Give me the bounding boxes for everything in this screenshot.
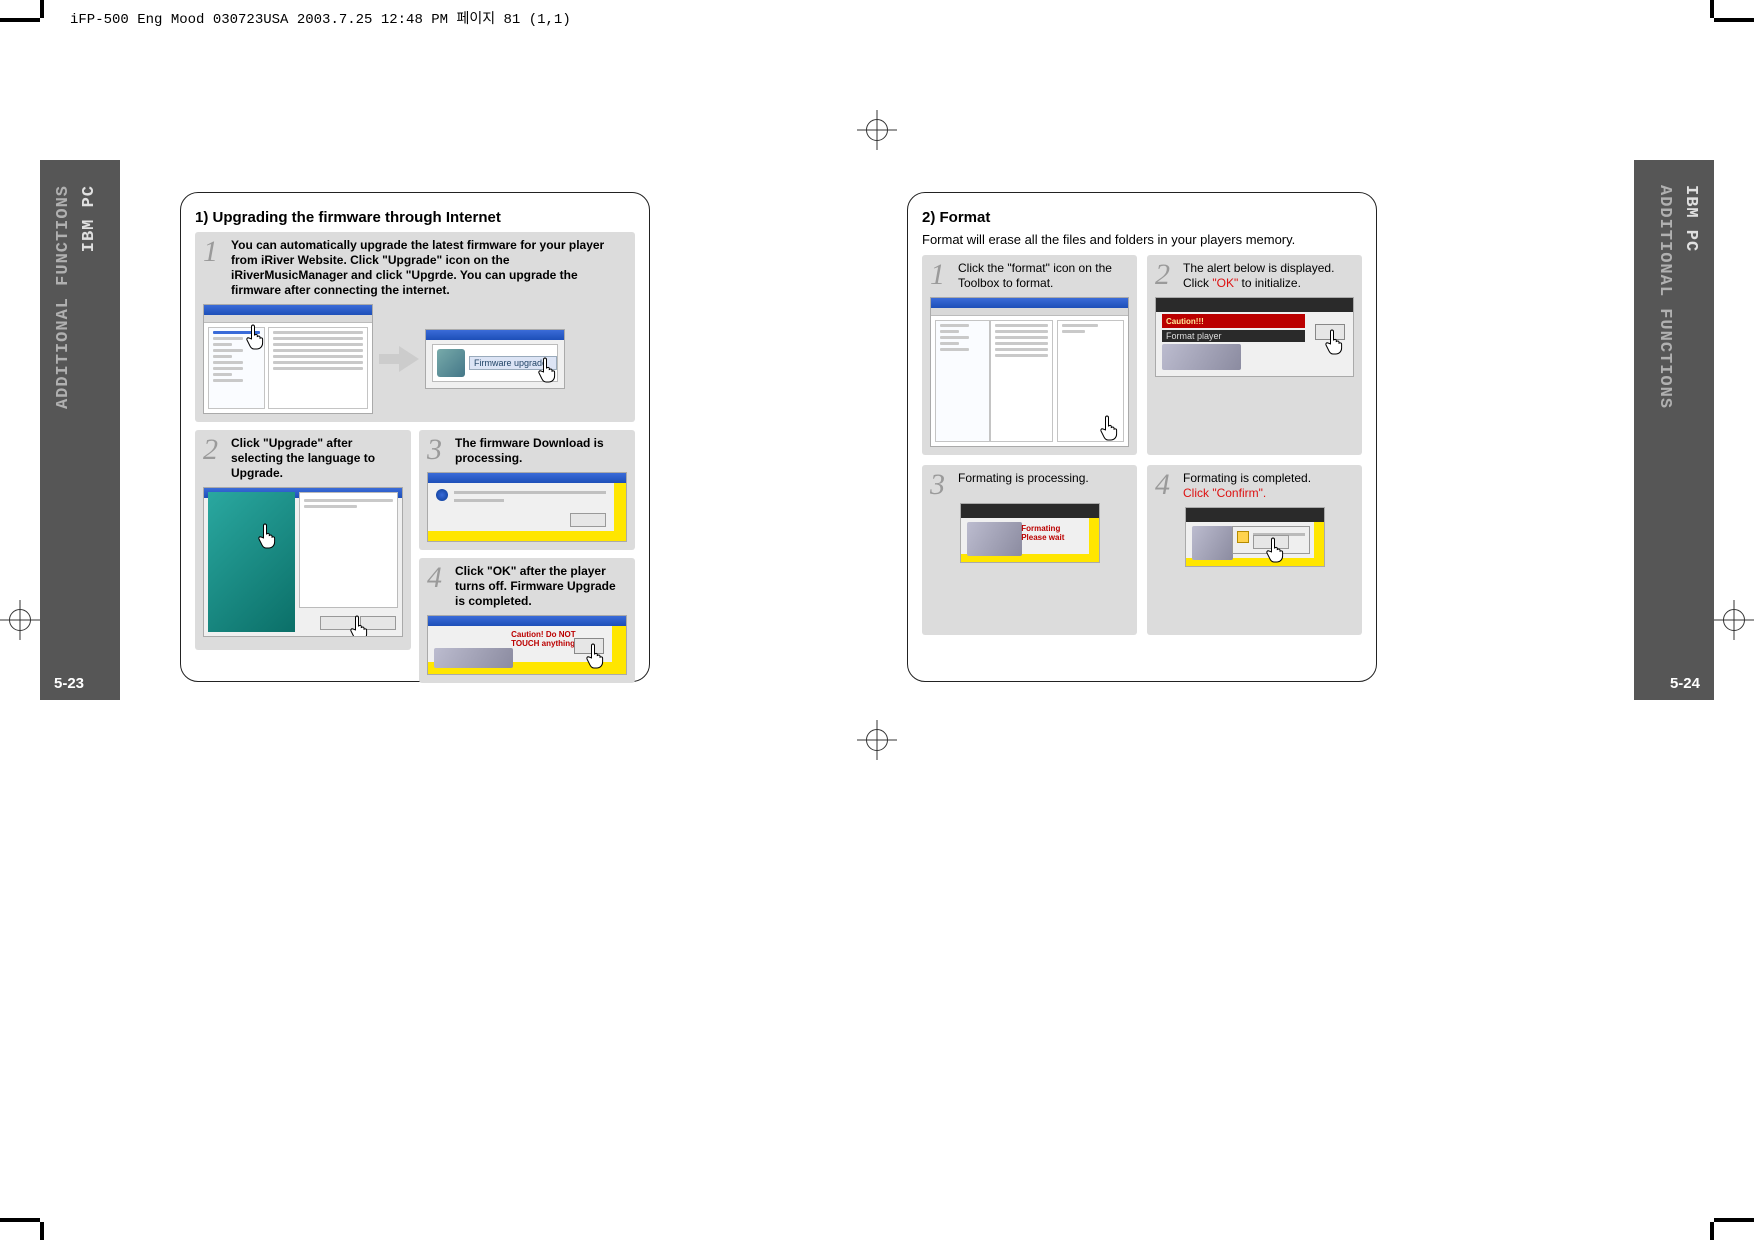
step-4-left: 4 Click "OK" after the player turns off.… [419,558,635,683]
step-4-right: 4 Formating is completed. Click "Confirm… [1147,465,1362,635]
content-right: 2) Format Format will erase all the file… [907,192,1377,682]
step-number: 2 [1155,263,1177,287]
page-spread: ADDITIONAL FUNCTIONS IBM PC 5-23 1) Upgr… [40,160,1714,700]
crop-mark [1714,18,1754,22]
step-2r-ok: "OK" [1212,276,1238,290]
screenshot-format-alert: Caution!!! Format player [1155,297,1354,377]
tab-title-1: ADDITIONAL FUNCTIONS [54,185,73,409]
dialog-button [570,513,606,527]
step-2r-text-b: to initialize. [1238,276,1301,290]
page-left: ADDITIONAL FUNCTIONS IBM PC 5-23 1) Upgr… [40,160,877,700]
screenshot-toolbox-format [930,297,1129,447]
crop-mark [1710,1222,1714,1240]
step-3-right: 3 Formating is processing. Formating Ple… [922,465,1137,635]
tab-title-2: IBM PC [80,185,99,252]
step-2-left: 2 Click "Upgrade" after selecting the la… [195,430,411,650]
crop-mark [0,18,40,22]
screenshot-formating: Formating Please wait [960,503,1100,563]
screenshot-upgrade-button: Firmware upgrade [425,329,565,389]
tab-title-1: IBM PC [1681,185,1700,252]
step-4-text: Click "OK" after the player turns off. F… [455,564,627,609]
arrow-right-icon [379,344,419,374]
step-number: 1 [203,240,225,264]
step-number: 2 [203,438,225,462]
step-1-left: 1 You can automatically upgrade the late… [195,232,635,422]
content-left: 1) Upgrading the firmware through Intern… [180,192,650,682]
section-subtitle-right: Format will erase all the files and fold… [922,232,1362,247]
cursor-hand-icon [348,614,372,637]
cursor-hand-icon [536,356,560,384]
step-2r-text: The alert below is displayed. Click "OK"… [1183,261,1354,291]
page-number-left: 5-23 [54,675,84,692]
formating-label: Formating Please wait [1021,524,1084,542]
page-number-right: 5-24 [1670,675,1700,692]
registration-mark [857,720,897,760]
caution-subtitle: Format player [1162,330,1305,342]
cursor-hand-icon [1098,414,1122,442]
cursor-hand-icon [244,323,268,351]
step-number: 3 [427,438,449,462]
screenshot-confirm [1185,507,1325,567]
registration-mark [857,110,897,150]
crop-mark [40,0,44,18]
step-4r-text-a: Formating is completed. [1183,471,1311,485]
step-2-right: 2 The alert below is displayed. Click "O… [1147,255,1362,455]
registration-mark [0,600,40,640]
page-right: IBM PC ADDITIONAL FUNCTIONS 5-24 2) Form… [877,160,1714,700]
cursor-hand-icon [1323,328,1347,356]
step-4r-text: Formating is completed. Click "Confirm". [1183,471,1311,501]
step-number: 4 [1155,473,1177,497]
step-1-text: You can automatically upgrade the latest… [231,238,627,298]
tab-title-2: ADDITIONAL FUNCTIONS [1655,185,1674,409]
step-number: 1 [930,263,952,287]
step-number: 4 [427,566,449,590]
crop-mark [1714,1218,1754,1222]
screenshot-language-select [203,487,403,637]
screenshot-music-manager [203,304,373,414]
cursor-hand-icon [256,522,280,550]
step-3r-text: Formating is processing. [958,471,1089,486]
right-sidebar-tab: IBM PC ADDITIONAL FUNCTIONS 5-24 [1634,160,1714,700]
document-header: iFP-500 Eng Mood 030723USA 2003.7.25 12:… [70,8,571,28]
step-4r-confirm: Click "Confirm". [1183,486,1266,500]
crop-mark [1710,0,1714,18]
left-sidebar-tab: ADDITIONAL FUNCTIONS IBM PC 5-23 [40,160,120,700]
step-1r-text: Click the "format" icon on the Toolbox t… [958,261,1129,291]
caution-title: Caution!!! [1166,317,1204,326]
step-number: 3 [930,473,952,497]
screenshot-download-progress [427,472,627,542]
crop-mark [0,1218,40,1222]
step-1-right: 1 Click the "format" icon on the Toolbox… [922,255,1137,455]
step-2-text: Click "Upgrade" after selecting the lang… [231,436,403,481]
cursor-hand-icon [1264,536,1288,564]
step-3-left: 3 The firmware Download is processing. [419,430,635,550]
crop-mark [40,1222,44,1240]
screenshot-caution-ok: Caution! Do NOT TOUCH anything [427,615,627,675]
registration-mark [1714,600,1754,640]
section-title-left: 1) Upgrading the firmware through Intern… [195,209,635,226]
section-title-right: 2) Format [922,209,1362,226]
cursor-hand-icon [584,642,608,670]
step-3-text: The firmware Download is processing. [455,436,627,466]
